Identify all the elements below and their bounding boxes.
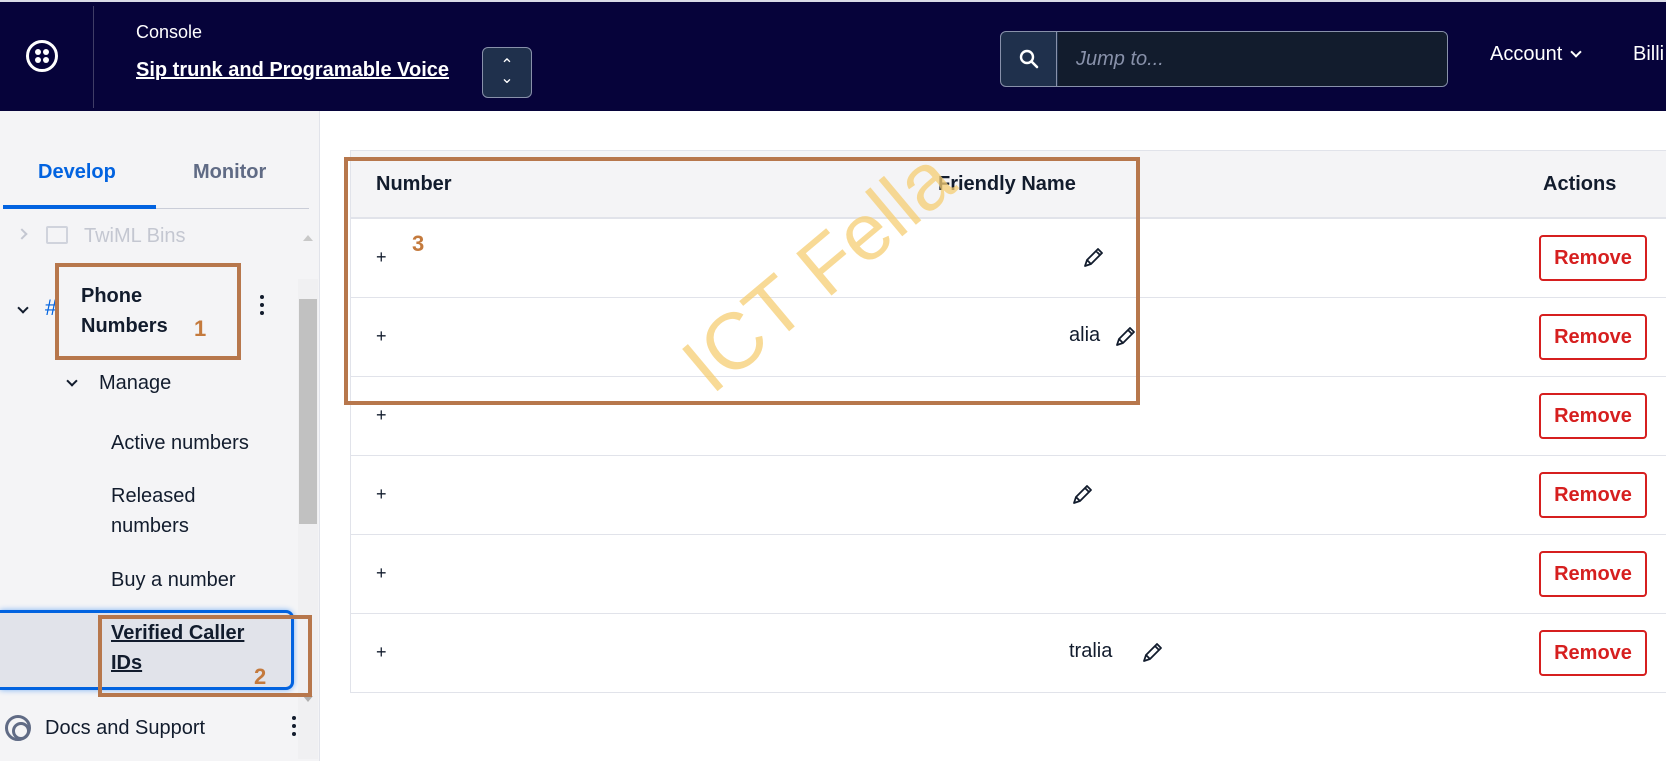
search-input[interactable]	[1058, 32, 1447, 86]
active-tab-indicator	[3, 205, 156, 209]
more-options-icon[interactable]	[260, 295, 264, 315]
console-label: Console	[136, 22, 203, 42]
billing-menu-label: Billi	[1633, 43, 1665, 65]
account-menu[interactable]: Account	[1490, 43, 1582, 66]
annotation-number-1: 1	[194, 316, 207, 341]
number-cell: +	[376, 405, 387, 425]
sidebar-item-released-numbers[interactable]: Released numbers	[111, 481, 261, 541]
remove-button[interactable]: Remove	[1539, 235, 1647, 281]
lifebuoy-icon	[5, 715, 31, 741]
chevron-down-icon[interactable]	[66, 375, 78, 387]
project-name-link[interactable]: Sip trunk and Programable Voice	[136, 59, 449, 82]
annotation-box-2	[98, 615, 312, 697]
remove-button[interactable]: Remove	[1539, 551, 1647, 597]
more-options-icon[interactable]	[292, 716, 296, 736]
sidebar-item-docs-and-support[interactable]: Docs and Support	[45, 713, 205, 743]
table-row: + Remove	[351, 535, 1666, 614]
account-menu-label: Account	[1490, 43, 1563, 65]
number-cell: +	[376, 563, 387, 583]
chevron-up-down-icon: ⌃ ⌄	[500, 56, 514, 87]
project-switcher-button[interactable]: ⌃ ⌄	[482, 47, 532, 98]
sidebar-item-manage[interactable]: Manage	[99, 368, 171, 398]
annotation-number-2: 2	[254, 664, 267, 689]
chevron-right-icon[interactable]	[16, 228, 28, 240]
remove-button[interactable]: Remove	[1539, 314, 1647, 360]
annotation-box-1	[55, 263, 241, 360]
table-row: + Remove	[351, 456, 1666, 535]
twilio-logo-icon[interactable]	[26, 40, 58, 72]
tab-monitor[interactable]: Monitor	[193, 161, 266, 184]
number-cell: +	[376, 642, 387, 662]
sidebar-item-active-numbers[interactable]: Active numbers	[111, 428, 249, 458]
top-navigation-bar: Console Sip trunk and Programable Voice …	[0, 0, 1666, 111]
annotation-box-3	[344, 157, 1140, 405]
divider	[93, 6, 94, 108]
document-icon	[46, 226, 68, 244]
sidebar-item-buy-a-number[interactable]: Buy a number	[111, 565, 236, 595]
search-icon[interactable]	[1001, 32, 1057, 86]
remove-button[interactable]: Remove	[1539, 472, 1647, 518]
billing-menu[interactable]: Billi	[1633, 43, 1664, 66]
annotation-number-3: 3	[412, 231, 425, 256]
tab-develop[interactable]: Develop	[38, 161, 116, 184]
scrollbar-thumb[interactable]	[299, 299, 317, 524]
scroll-up-arrow[interactable]	[303, 235, 313, 241]
remove-button[interactable]: Remove	[1539, 630, 1647, 676]
table-row: + tralia Remove	[351, 614, 1666, 693]
friendly-name-cell: tralia	[1069, 640, 1113, 662]
chevron-down-icon	[1570, 46, 1582, 58]
column-header-actions: Actions	[1543, 173, 1617, 195]
search-box	[1000, 31, 1448, 87]
pencil-edit-icon[interactable]	[1071, 484, 1093, 506]
remove-button[interactable]: Remove	[1539, 393, 1647, 439]
sidebar-item-twiml-bins[interactable]: TwiML Bins	[84, 221, 186, 251]
number-cell: +	[376, 484, 387, 504]
pencil-edit-icon[interactable]	[1141, 642, 1163, 664]
chevron-down-icon[interactable]	[17, 302, 29, 314]
